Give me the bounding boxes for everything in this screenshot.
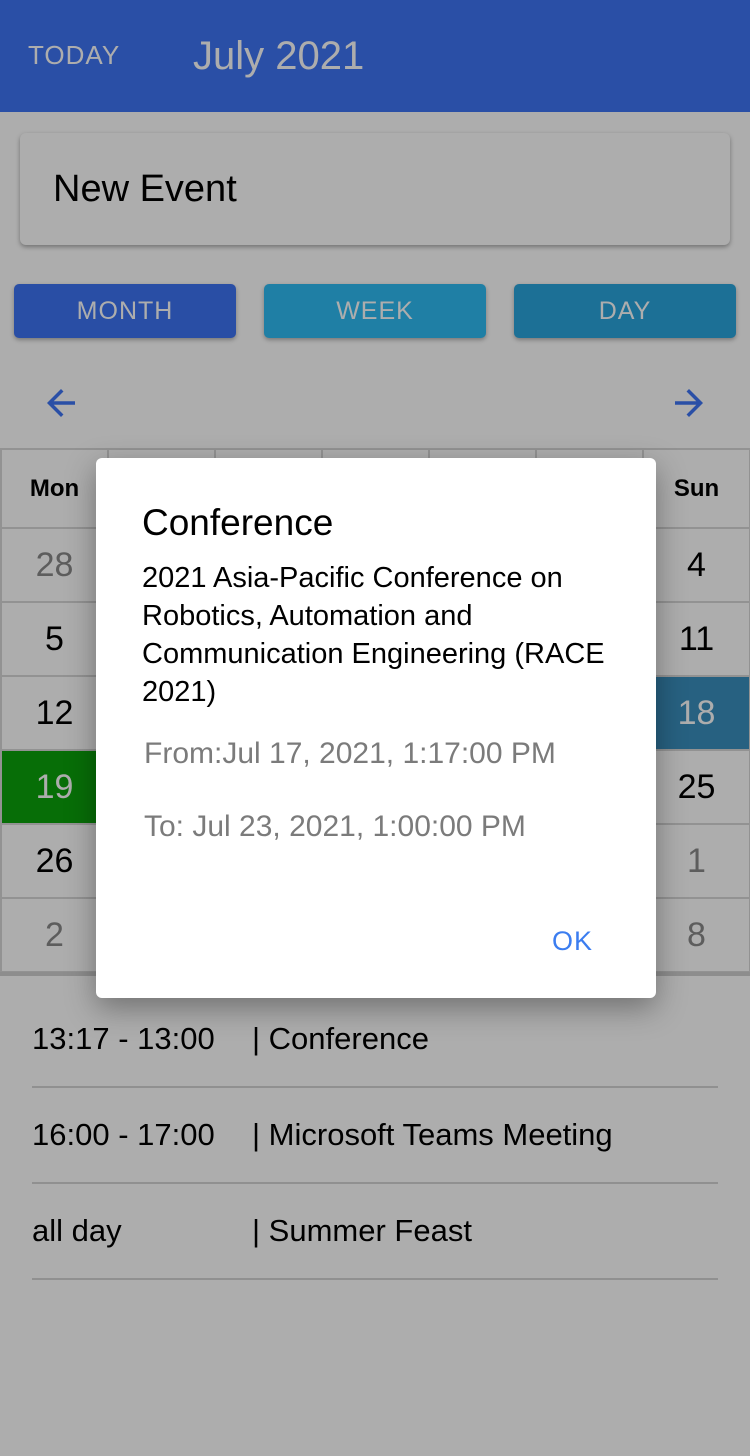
event-details-dialog: Conference 2021 Asia-Pacific Conference … [96,458,656,998]
ok-button[interactable]: OK [552,926,593,957]
dialog-description: 2021 Asia-Pacific Conference on Robotics… [142,562,605,708]
dialog-from-time: From:Jul 17, 2021, 1:17:00 PM [144,737,556,770]
dialog-to-time: To: Jul 23, 2021, 1:00:00 PM [144,810,526,843]
dialog-title: Conference [142,502,334,543]
